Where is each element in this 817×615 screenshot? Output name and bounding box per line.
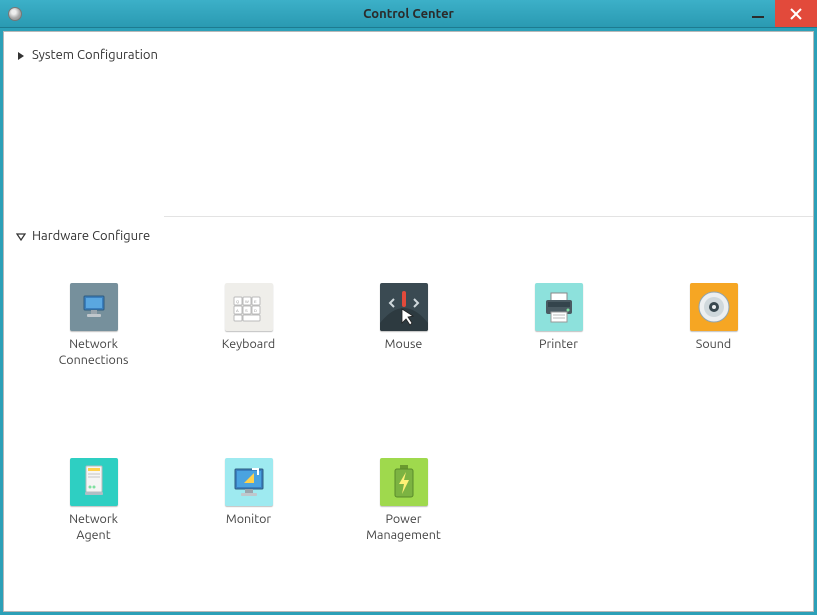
item-label: Monitor bbox=[226, 512, 271, 528]
titlebar-buttons bbox=[741, 0, 817, 27]
arrow-down-icon bbox=[16, 231, 26, 241]
printer-icon bbox=[535, 283, 583, 331]
item-label: Keyboard bbox=[222, 337, 275, 353]
item-network-agent[interactable]: Network Agent bbox=[16, 458, 171, 543]
network-icon bbox=[70, 283, 118, 331]
svg-text:A: A bbox=[236, 308, 239, 313]
item-label: Printer bbox=[539, 337, 578, 353]
item-label: Mouse bbox=[385, 337, 423, 353]
minimize-button[interactable] bbox=[741, 0, 775, 27]
window: Control Center System Configuration bbox=[0, 0, 817, 615]
item-keyboard[interactable]: Q WE A S D Keyboard bbox=[171, 283, 326, 368]
item-network-connections[interactable]: Network Connections bbox=[16, 283, 171, 368]
mouse-icon bbox=[380, 283, 428, 331]
svg-text:S: S bbox=[245, 308, 248, 313]
system-section-body bbox=[4, 68, 813, 216]
client-area: System Configuration Hardware Configure bbox=[3, 31, 814, 612]
item-mouse[interactable]: Mouse bbox=[326, 283, 481, 368]
item-label: Network Agent bbox=[69, 512, 118, 543]
item-label: Power Management bbox=[366, 512, 441, 543]
svg-text:D: D bbox=[254, 308, 257, 313]
app-icon bbox=[8, 7, 22, 21]
close-button[interactable] bbox=[775, 0, 817, 27]
section-system-title: System Configuration bbox=[32, 48, 158, 62]
svg-text:E: E bbox=[254, 299, 257, 304]
item-label: Sound bbox=[696, 337, 731, 353]
item-sound[interactable]: Sound bbox=[636, 283, 791, 368]
monitor-icon bbox=[225, 458, 273, 506]
section-system: System Configuration bbox=[4, 32, 813, 68]
hardware-grid: Network Connections Q WE A S D bbox=[16, 249, 801, 612]
section-system-header[interactable]: System Configuration bbox=[16, 42, 801, 68]
sound-icon bbox=[690, 283, 738, 331]
item-printer[interactable]: Printer bbox=[481, 283, 636, 368]
network-agent-icon bbox=[70, 458, 118, 506]
arrow-right-icon bbox=[16, 50, 26, 60]
item-monitor[interactable]: Monitor bbox=[171, 458, 326, 543]
window-title: Control Center bbox=[0, 7, 817, 21]
svg-text:Q: Q bbox=[236, 299, 239, 304]
section-hardware: Hardware Configure Network Connections bbox=[4, 217, 813, 612]
svg-text:W: W bbox=[245, 299, 249, 304]
section-hardware-title: Hardware Configure bbox=[32, 229, 150, 243]
titlebar[interactable]: Control Center bbox=[0, 0, 817, 28]
close-icon bbox=[790, 8, 802, 20]
item-label: Network Connections bbox=[59, 337, 129, 368]
item-power-management[interactable]: Power Management bbox=[326, 458, 481, 543]
section-hardware-header[interactable]: Hardware Configure bbox=[16, 223, 801, 249]
minimize-icon bbox=[752, 16, 764, 18]
keyboard-icon: Q WE A S D bbox=[225, 283, 273, 331]
power-icon bbox=[380, 458, 428, 506]
